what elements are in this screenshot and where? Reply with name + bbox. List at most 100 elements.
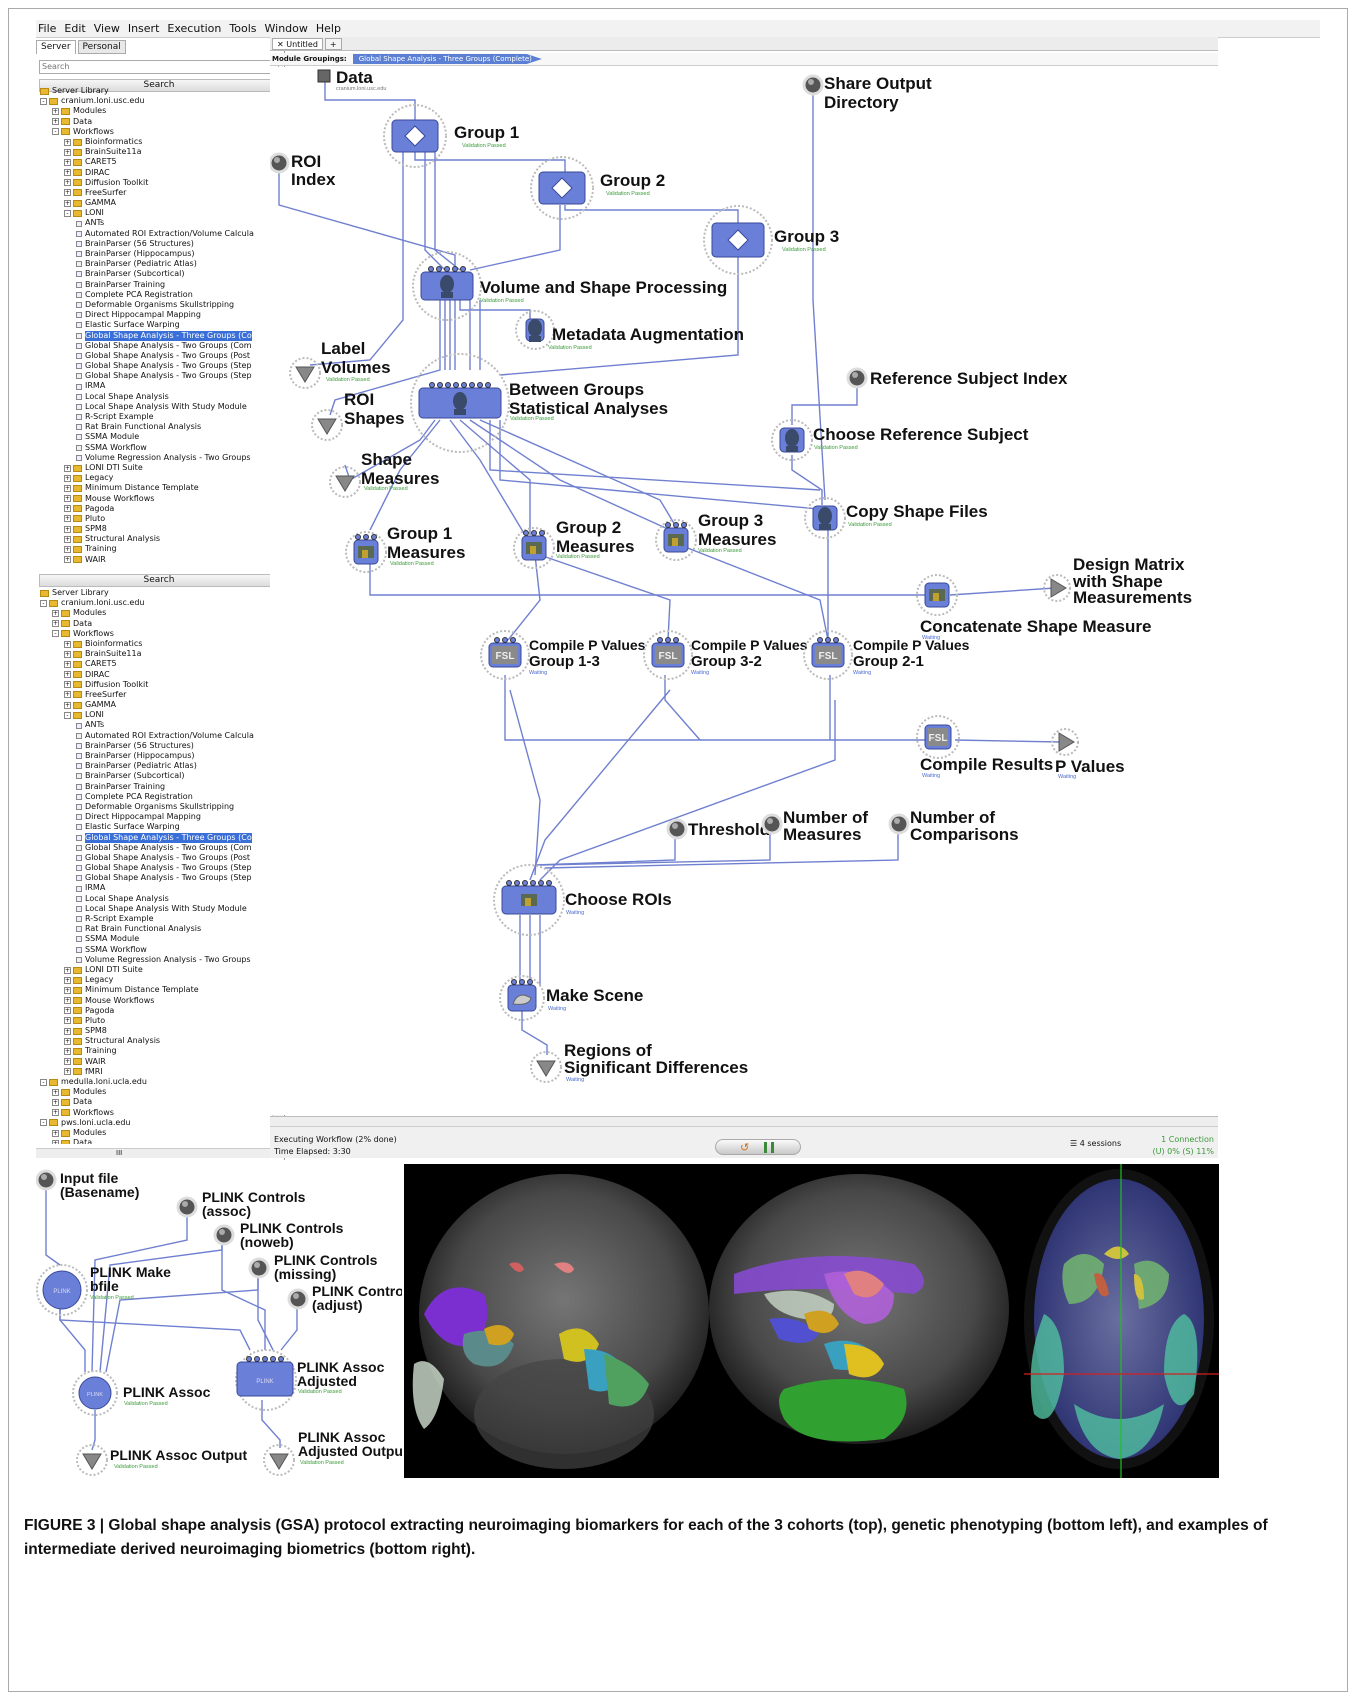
tree-folder-item[interactable]: + FreeSurfer (36, 690, 271, 700)
tree-folder-item[interactable]: + Pagoda (36, 1006, 271, 1016)
tree-workflow-item[interactable]: Complete PCA Registration (36, 290, 271, 300)
tree-folder-item[interactable]: + Data (36, 1097, 271, 1107)
expand-icon[interactable]: + (64, 1068, 71, 1076)
tree-workflow-item[interactable]: SSMA Module (36, 432, 271, 442)
tree-folder-item[interactable]: + DIRAC (36, 670, 271, 680)
expand-icon[interactable]: + (52, 609, 59, 617)
tree-hscrollbar[interactable]: III (36, 1148, 271, 1158)
tree-workflow-item[interactable]: BrainParser (56 Structures) (36, 741, 271, 751)
expand-icon[interactable]: + (64, 484, 71, 492)
tree-folder-item[interactable]: + Training (36, 1046, 271, 1056)
tree-workflow-item[interactable]: BrainParser (Pediatric Atlas) (36, 259, 271, 269)
tree-folder-item[interactable]: Server Library (36, 588, 271, 598)
tree-workflow-item[interactable]: BrainParser (Subcortical) (36, 269, 271, 279)
tree-folder-item[interactable]: + Data (36, 1138, 271, 1144)
tree-folder-item[interactable]: - LONI (36, 710, 271, 720)
tree-workflow-item[interactable]: Global Shape Analysis - Two Groups (Step (36, 371, 271, 381)
tree-folder-item[interactable]: - medulla.loni.ucla.edu (36, 1077, 271, 1087)
tree-folder-item[interactable]: + WAIR (36, 1057, 271, 1067)
tree-workflow-item[interactable]: Automated ROI Extraction/Volume Calcula (36, 229, 271, 239)
tree-workflow-item[interactable]: R-Script Example (36, 914, 271, 924)
new-tab-button[interactable]: + (324, 37, 342, 50)
connection-status[interactable]: 1 Connection (1161, 1135, 1214, 1144)
tree-workflow-item[interactable]: Elastic Surface Warping (36, 320, 271, 330)
pause-icon[interactable] (764, 1142, 774, 1153)
expand-icon[interactable]: + (64, 997, 71, 1005)
tree-workflow-item[interactable]: Local Shape Analysis With Study Module (36, 904, 271, 914)
tree-folder-item[interactable]: + Pagoda (36, 504, 271, 514)
expand-icon[interactable]: + (52, 1109, 59, 1117)
tree-folder-item[interactable]: + Modules (36, 608, 271, 618)
expand-icon[interactable]: + (64, 671, 71, 679)
menu-window[interactable]: Window (265, 22, 308, 35)
collapse-icon[interactable]: - (40, 599, 47, 607)
tree-workflow-item[interactable]: Global Shape Analysis - Two Groups (Step (36, 863, 271, 873)
tree-workflow-item[interactable]: Global Shape Analysis - Two Groups (Step (36, 873, 271, 883)
expand-icon[interactable]: + (64, 1017, 71, 1025)
tree-folder-item[interactable]: + Modules (36, 1087, 271, 1097)
tree-folder-item[interactable]: - Workflows (36, 127, 271, 137)
tree-workflow-item[interactable]: IRMA (36, 883, 271, 893)
expand-icon[interactable]: + (64, 464, 71, 472)
expand-icon[interactable]: + (64, 691, 71, 699)
tree-folder-item[interactable]: + DIRAC (36, 168, 271, 178)
tree-workflow-item[interactable]: Elastic Surface Warping (36, 822, 271, 832)
tree-workflow-item[interactable]: SSMA Module (36, 934, 271, 944)
menu-view[interactable]: View (94, 22, 120, 35)
tree-folder-item[interactable]: + Minimum Distance Template (36, 483, 271, 493)
expand-icon[interactable]: + (64, 556, 71, 564)
tree-workflow-item[interactable]: Automated ROI Extraction/Volume Calcula (36, 731, 271, 741)
menu-help[interactable]: Help (316, 22, 341, 35)
tree-workflow-item[interactable]: Global Shape Analysis - Two Groups (Step (36, 361, 271, 371)
expand-icon[interactable]: + (64, 525, 71, 533)
tree-folder-item[interactable]: Server Library (36, 86, 271, 96)
tree-workflow-item[interactable]: Complete PCA Registration (36, 792, 271, 802)
tree-workflow-item[interactable]: Direct Hippocampal Mapping (36, 812, 271, 822)
collapse-icon[interactable]: - (52, 630, 59, 638)
expand-icon[interactable]: + (64, 546, 71, 554)
tree-folder-item[interactable]: + BrainSuite11a (36, 649, 271, 659)
expand-icon[interactable]: + (64, 1007, 71, 1015)
expand-icon[interactable]: + (64, 660, 71, 668)
expand-icon[interactable]: + (64, 1048, 71, 1056)
tree-folder-item[interactable]: + GAMMA (36, 700, 271, 710)
expand-icon[interactable]: + (64, 986, 71, 994)
collapse-icon[interactable]: - (64, 711, 71, 719)
expand-icon[interactable]: + (64, 169, 71, 177)
tree-workflow-item[interactable]: Global Shape Analysis - Two Groups (Post (36, 351, 271, 361)
tab-untitled[interactable]: ✕ Untitled (272, 37, 323, 50)
tree-workflow-item[interactable]: R-Script Example (36, 412, 271, 422)
tree-folder-item[interactable]: + LONI DTI Suite (36, 965, 271, 975)
tree-workflow-item[interactable]: BrainParser Training (36, 280, 271, 290)
menu-file[interactable]: File (38, 22, 56, 35)
tree-workflow-item[interactable]: BrainParser (Subcortical) (36, 771, 271, 781)
tree-workflow-item[interactable]: BrainParser (Hippocampus) (36, 249, 271, 259)
close-icon[interactable]: ✕ (277, 40, 284, 49)
menu-edit[interactable]: Edit (64, 22, 85, 35)
expand-icon[interactable]: + (64, 474, 71, 482)
tree-folder-item[interactable]: + Bioinformatics (36, 137, 271, 147)
tree-folder-item[interactable]: + Modules (36, 1128, 271, 1138)
tree-folder-item[interactable]: + Minimum Distance Template (36, 985, 271, 995)
expand-icon[interactable]: + (64, 681, 71, 689)
tree-folder-item[interactable]: + CARET5 (36, 659, 271, 669)
expand-icon[interactable]: + (64, 148, 71, 156)
expand-icon[interactable]: + (64, 1037, 71, 1045)
workflow-canvas[interactable]: Data cranium.loni.usc.edu Group 1 Validatio… (268, 67, 1218, 1115)
menu-insert[interactable]: Insert (128, 22, 160, 35)
tree-folder-item[interactable]: + Structural Analysis (36, 534, 271, 544)
library-search-input[interactable] (39, 59, 279, 74)
tree-folder-item[interactable]: + Bioinformatics (36, 639, 271, 649)
tree-folder-item[interactable]: + SPM8 (36, 1026, 271, 1036)
tree-folder-item[interactable]: + Legacy (36, 473, 271, 483)
expand-icon[interactable]: + (64, 976, 71, 984)
tree-workflow-item[interactable]: Direct Hippocampal Mapping (36, 310, 271, 320)
tree-workflow-item[interactable]: ANTs (36, 720, 271, 730)
expand-icon[interactable]: + (64, 515, 71, 523)
expand-icon[interactable]: + (64, 179, 71, 187)
tree-folder-item[interactable]: - cranium.loni.usc.edu (36, 598, 271, 608)
tab-server[interactable]: Server (36, 40, 76, 54)
tree-folder-item[interactable]: - pws.loni.ucla.edu (36, 1118, 271, 1128)
grouping-breadcrumb[interactable]: Global Shape Analysis - Three Groups (Co… (352, 54, 542, 64)
tree-folder-item[interactable]: + SPM8 (36, 524, 271, 534)
